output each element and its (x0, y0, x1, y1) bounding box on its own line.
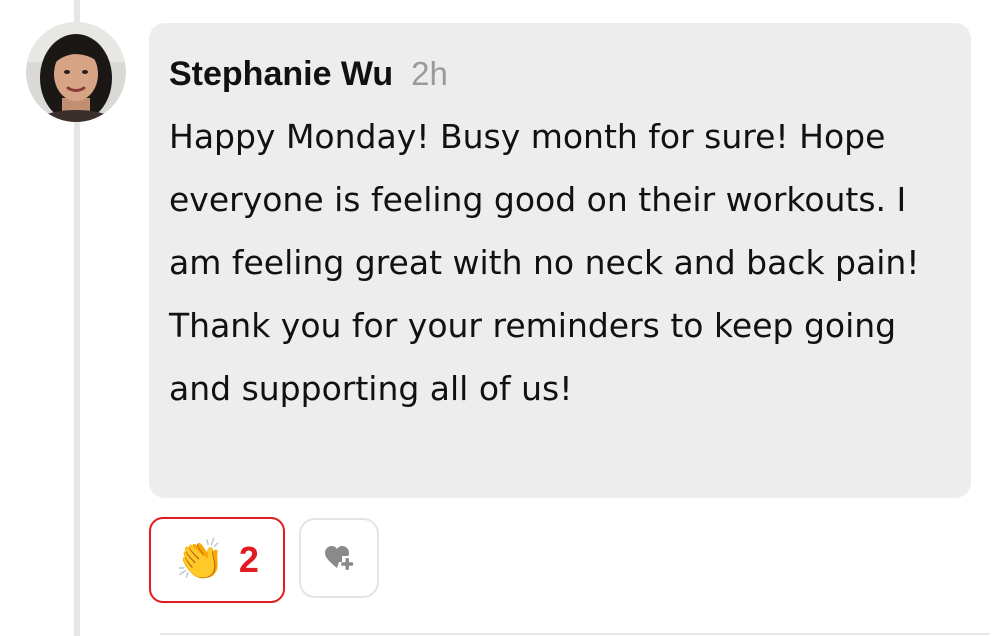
reaction-clap-button[interactable]: 👏 2 (149, 517, 285, 603)
add-reaction-button[interactable] (299, 518, 379, 598)
comment-bubble: Stephanie Wu 2h Happy Monday! Busy month… (149, 23, 971, 498)
author-name[interactable]: Stephanie Wu (169, 55, 393, 94)
avatar-image (26, 22, 126, 122)
avatar[interactable] (26, 22, 126, 122)
divider (160, 633, 990, 635)
reaction-count: 2 (238, 539, 259, 580)
comment-header: Stephanie Wu 2h (169, 55, 448, 94)
timestamp: 2h (411, 55, 448, 92)
heart-plus-icon (325, 546, 354, 570)
clapping-hands-icon: 👏 (175, 537, 225, 583)
comment-text: Happy Monday! Busy month for sure! Hope … (169, 117, 920, 408)
